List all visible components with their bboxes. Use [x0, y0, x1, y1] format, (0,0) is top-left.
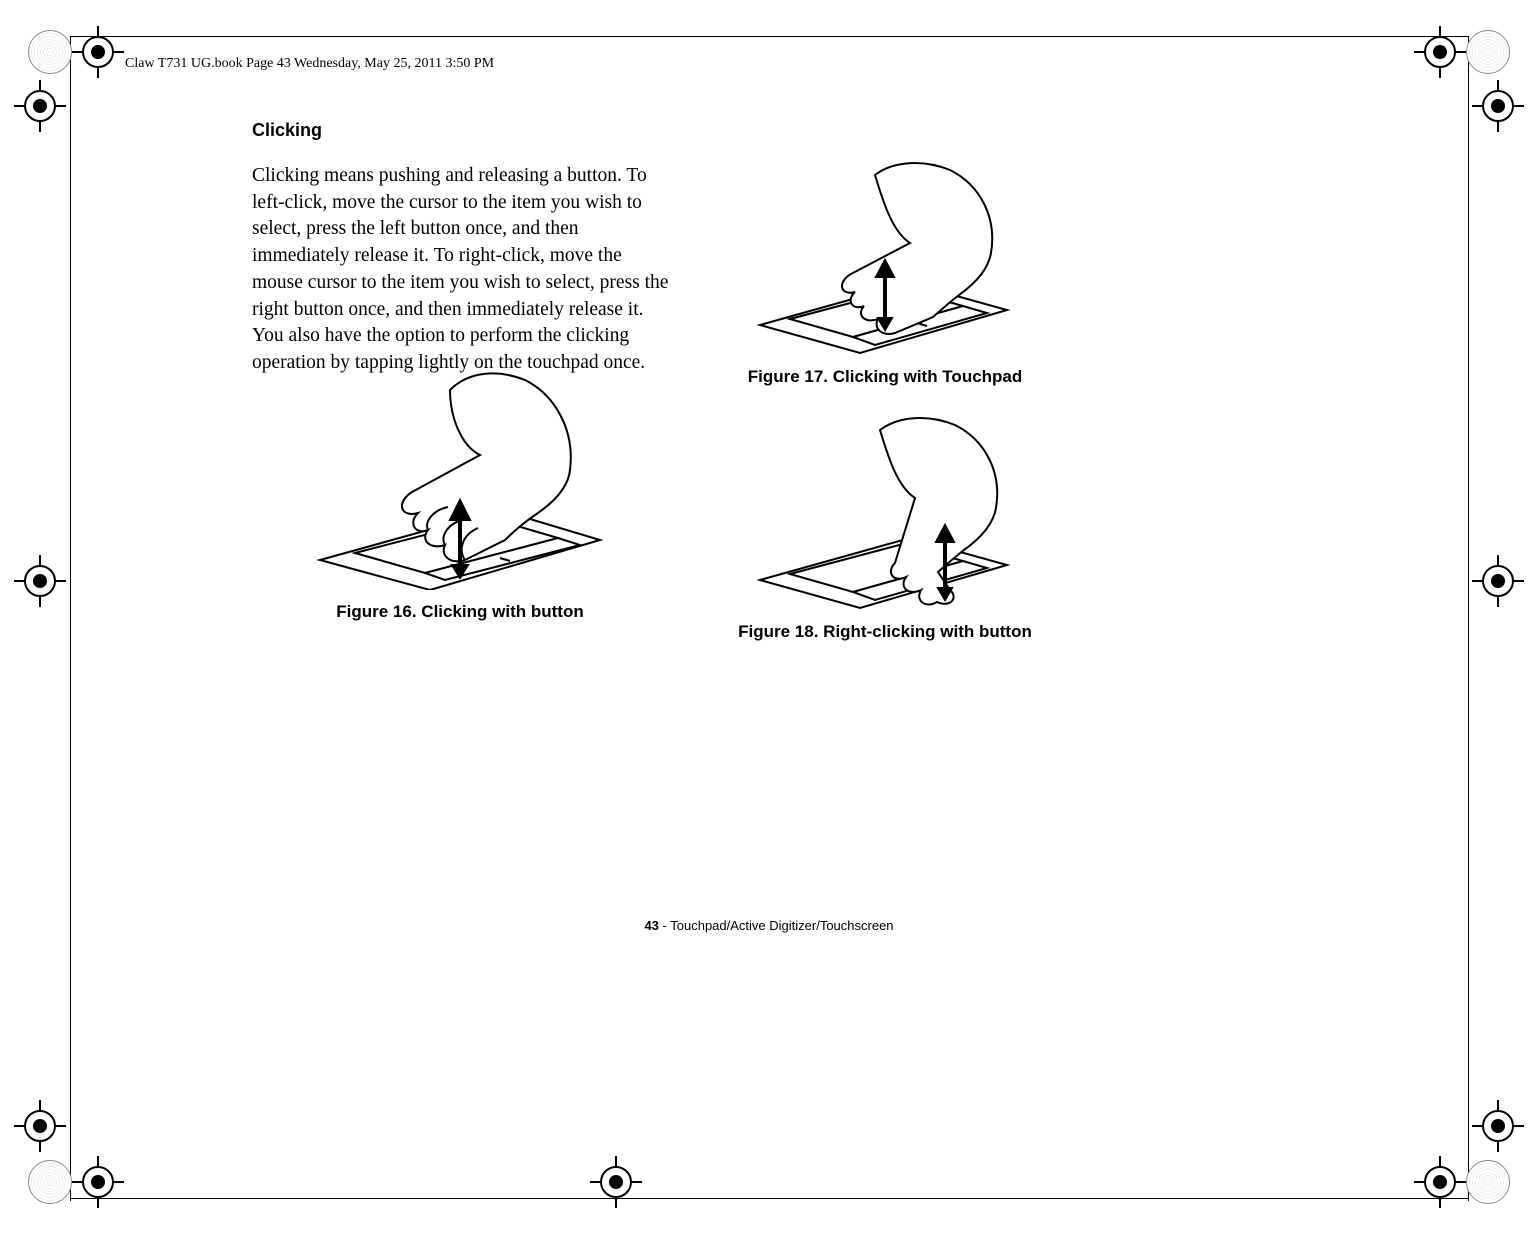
reg-target-right-mid-upper [1482, 90, 1514, 122]
section-body: Clicking means pushing and releasing a b… [252, 163, 672, 377]
figure-16: Figure 16. Clicking with button [290, 360, 630, 622]
crop-line-right [1468, 36, 1469, 1201]
reg-target-top-left [82, 36, 114, 68]
reg-target-bottom-center [600, 1166, 632, 1198]
touchpad-right-click-illustration [745, 410, 1025, 610]
corner-radial-tl [28, 30, 72, 74]
crop-line-top [70, 36, 1468, 37]
section-title: Clicking [252, 120, 1102, 141]
corner-radial-bl [28, 1160, 72, 1204]
reg-target-top-right [1424, 36, 1456, 68]
page-number: 43 [644, 918, 658, 933]
crop-line-bottom [70, 1198, 1468, 1199]
figure-18: Figure 18. Right-clicking with button [720, 410, 1050, 642]
footer-sep: - [659, 918, 670, 933]
corner-radial-tr [1466, 30, 1510, 74]
reg-target-right-mid-lower [1482, 1110, 1514, 1142]
reg-target-bottom-left [82, 1166, 114, 1198]
figure-17: Figure 17. Clicking with Touchpad [720, 155, 1050, 387]
figure-16-caption: Figure 16. Clicking with button [290, 602, 630, 622]
crop-line-left [70, 36, 71, 1201]
reg-target-right-mid [1482, 565, 1514, 597]
reg-target-left-mid-upper [24, 90, 56, 122]
reg-target-left-mid-lower [24, 1110, 56, 1142]
page-footer: 43 - Touchpad/Active Digitizer/Touchscre… [0, 918, 1538, 933]
reg-target-left-mid [24, 565, 56, 597]
reg-target-bottom-right [1424, 1166, 1456, 1198]
header-note: Claw T731 UG.book Page 43 Wednesday, May… [125, 56, 494, 72]
touchpad-click-button-illustration [300, 360, 620, 590]
touchpad-tap-illustration [745, 155, 1025, 355]
figure-18-caption: Figure 18. Right-clicking with button [720, 622, 1050, 642]
corner-radial-br [1466, 1160, 1510, 1204]
figure-17-caption: Figure 17. Clicking with Touchpad [720, 367, 1050, 387]
footer-trail: Touchpad/Active Digitizer/Touchscreen [670, 918, 893, 933]
